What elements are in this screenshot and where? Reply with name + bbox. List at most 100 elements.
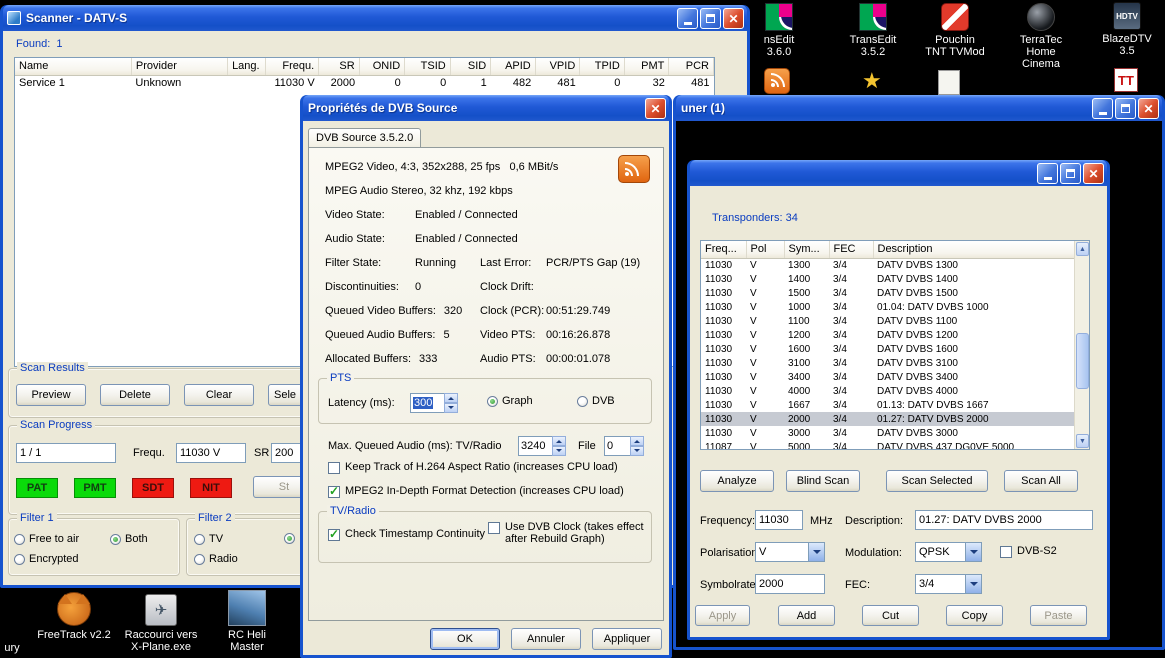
column-header[interactable]: PCR — [669, 58, 714, 75]
file-stepper[interactable]: 0 — [604, 436, 644, 456]
column-header[interactable]: TPID — [580, 58, 625, 75]
desktop-icon-pouchin-tnt[interactable]: Pouchin TNT TVMod — [924, 3, 986, 58]
column-header[interactable]: Lang. — [228, 58, 265, 75]
transponder-titlebar[interactable]: ✕ — [690, 160, 1107, 186]
dvbs2-checkbox[interactable]: DVB-S2 — [1000, 545, 1057, 558]
column-header[interactable]: TSID — [405, 58, 451, 75]
transponder-row[interactable]: 11030V14003/4DATV DVBS 1400 — [701, 272, 1089, 286]
h264-checkbox[interactable]: Keep Track of H.264 Aspect Ratio (increa… — [328, 461, 618, 474]
service-row[interactable]: Service 1Unknown11030 V20000014824810324… — [15, 75, 714, 90]
close-button[interactable]: ✕ — [645, 98, 666, 119]
scroll-up-icon[interactable]: ▲ — [1076, 242, 1089, 256]
scroll-thumb[interactable] — [1076, 333, 1089, 389]
dialog-titlebar[interactable]: Propriétés de DVB Source ✕ — [303, 95, 669, 121]
transponder-row[interactable]: 11030V16003/4DATV DVBS 1600 — [701, 342, 1089, 356]
radio-clipped[interactable] — [284, 533, 295, 544]
scanner-titlebar[interactable]: Scanner - DATV-S ✕ — [3, 5, 747, 31]
close-button[interactable]: ✕ — [1083, 163, 1104, 184]
column-header[interactable]: Provider — [131, 58, 227, 75]
document-icon[interactable] — [938, 70, 960, 95]
paste-button[interactable]: Paste — [1030, 605, 1087, 626]
minimize-button[interactable] — [1037, 163, 1058, 184]
fec-select[interactable]: 3/4 — [915, 574, 982, 594]
frequency-field[interactable]: 11030 — [755, 510, 803, 530]
dvb-clock-checkbox[interactable]: Use DVB Clock (takes effect after Rebuil… — [488, 521, 650, 545]
desktop-icon-xplane[interactable]: ✈ Raccourci vers X-Plane.exe — [120, 594, 202, 653]
mpeg2-checkbox[interactable]: MPEG2 In-Depth Format Detection (increas… — [328, 485, 624, 498]
spin-up-icon[interactable] — [552, 436, 566, 446]
column-header[interactable]: Frequ. — [265, 58, 319, 75]
radio-tv[interactable]: TV — [194, 533, 223, 545]
transponder-row[interactable]: 11030V15003/4DATV DVBS 1500 — [701, 286, 1089, 300]
frequency-field[interactable]: 11030 V — [176, 443, 246, 463]
analyze-button[interactable]: Analyze — [700, 470, 774, 492]
transponder-row[interactable]: 11030V30003/4DATV DVBS 3000 — [701, 426, 1089, 440]
clear-button[interactable]: Clear — [184, 384, 254, 406]
transponder-row[interactable]: 11030V40003/4DATV DVBS 4000 — [701, 384, 1089, 398]
transponder-row[interactable]: 11030V16673/401.13: DATV DVBS 1667 — [701, 398, 1089, 412]
ok-button[interactable]: OK — [430, 628, 500, 650]
column-header[interactable]: ONID — [359, 58, 405, 75]
minimize-button[interactable] — [677, 8, 698, 29]
progress-field[interactable]: 1 / 1 — [16, 443, 116, 463]
minimize-button[interactable] — [1092, 98, 1113, 119]
delete-button[interactable]: Delete — [100, 384, 170, 406]
desktop-icon-blazedtv[interactable]: HDTV BlazeDTV 3.5 — [1094, 2, 1160, 57]
scan-selected-button[interactable]: Scan Selected — [886, 470, 988, 492]
max-audio-stepper[interactable]: 3240 — [518, 436, 566, 456]
column-header[interactable]: Sym... — [784, 241, 829, 258]
rss-icon[interactable] — [764, 68, 790, 94]
spin-down-icon[interactable] — [630, 446, 644, 456]
maximize-button[interactable] — [1115, 98, 1136, 119]
column-header[interactable]: APID — [491, 58, 536, 75]
tab-dvb-source[interactable]: DVB Source 3.5.2.0 — [308, 128, 421, 147]
scroll-down-icon[interactable]: ▼ — [1076, 434, 1089, 448]
star-icon[interactable]: ★ — [862, 70, 882, 92]
scan-all-button[interactable]: Scan All — [1004, 470, 1078, 492]
desktop-icon-rcheli[interactable]: RC Heli Master — [210, 590, 284, 653]
latency-stepper[interactable]: 300 — [410, 393, 458, 413]
spin-up-icon[interactable] — [630, 436, 644, 446]
spin-down-icon[interactable] — [552, 446, 566, 456]
column-header[interactable]: SR — [319, 58, 359, 75]
column-header[interactable]: Name — [15, 58, 131, 75]
apply-button[interactable]: Apply — [695, 605, 750, 626]
column-header[interactable]: Freq... — [701, 241, 746, 258]
radio-graph[interactable]: Graph — [487, 395, 533, 407]
add-button[interactable]: Add — [778, 605, 835, 626]
transponder-row[interactable]: 11030V31003/4DATV DVBS 3100 — [701, 356, 1089, 370]
spin-down-icon[interactable] — [444, 403, 458, 413]
transponder-row[interactable]: 11030V11003/4DATV DVBS 1100 — [701, 314, 1089, 328]
column-header[interactable]: SID — [450, 58, 490, 75]
transponder-row[interactable]: 11030V20003/401.27: DATV DVBS 2000 — [701, 412, 1089, 426]
transponder-row[interactable]: 11030V34003/4DATV DVBS 3400 — [701, 370, 1089, 384]
column-header[interactable]: VPID — [535, 58, 580, 75]
spin-up-icon[interactable] — [444, 393, 458, 403]
preview-button[interactable]: Preview — [16, 384, 86, 406]
desktop-icon-freetrack[interactable]: FreeTrack v2.2 — [36, 592, 112, 641]
vertical-scrollbar[interactable]: ▲ ▼ — [1074, 241, 1089, 449]
symbolrate-field[interactable]: 2000 — [755, 574, 825, 594]
red-logo-icon[interactable]: TT — [1114, 68, 1138, 92]
blind-scan-button[interactable]: Blind Scan — [786, 470, 860, 492]
modulation-select[interactable]: QPSK — [915, 542, 982, 562]
transponder-list[interactable]: Freq...PolSym...FECDescription11030V1300… — [700, 240, 1090, 450]
desktop-icon-transedit-352[interactable]: TransEdit 3.5.2 — [838, 3, 908, 58]
column-header[interactable]: PMT — [624, 58, 669, 75]
maximize-button[interactable] — [700, 8, 721, 29]
close-button[interactable]: ✕ — [1138, 98, 1159, 119]
column-header[interactable]: FEC — [829, 241, 873, 258]
tuner-titlebar[interactable]: uner (1) ✕ — [676, 95, 1162, 121]
radio-radio[interactable]: Radio — [194, 553, 238, 565]
close-button[interactable]: ✕ — [723, 8, 744, 29]
radio-both[interactable]: Both — [110, 533, 148, 545]
radio-free-to-air[interactable]: Free to air — [14, 533, 79, 545]
apply-button[interactable]: Appliquer — [592, 628, 662, 650]
desktop-icon-transedit-360[interactable]: nsEdit 3.6.0 — [750, 3, 808, 58]
copy-button[interactable]: Copy — [946, 605, 1003, 626]
timestamp-checkbox[interactable]: Check Timestamp Continuity — [328, 528, 485, 541]
column-header[interactable]: Description — [873, 241, 1089, 258]
column-header[interactable]: Pol — [746, 241, 784, 258]
transponder-row[interactable]: 11030V12003/4DATV DVBS 1200 — [701, 328, 1089, 342]
transponder-row[interactable]: 11030V10003/401.04: DATV DVBS 1000 — [701, 300, 1089, 314]
